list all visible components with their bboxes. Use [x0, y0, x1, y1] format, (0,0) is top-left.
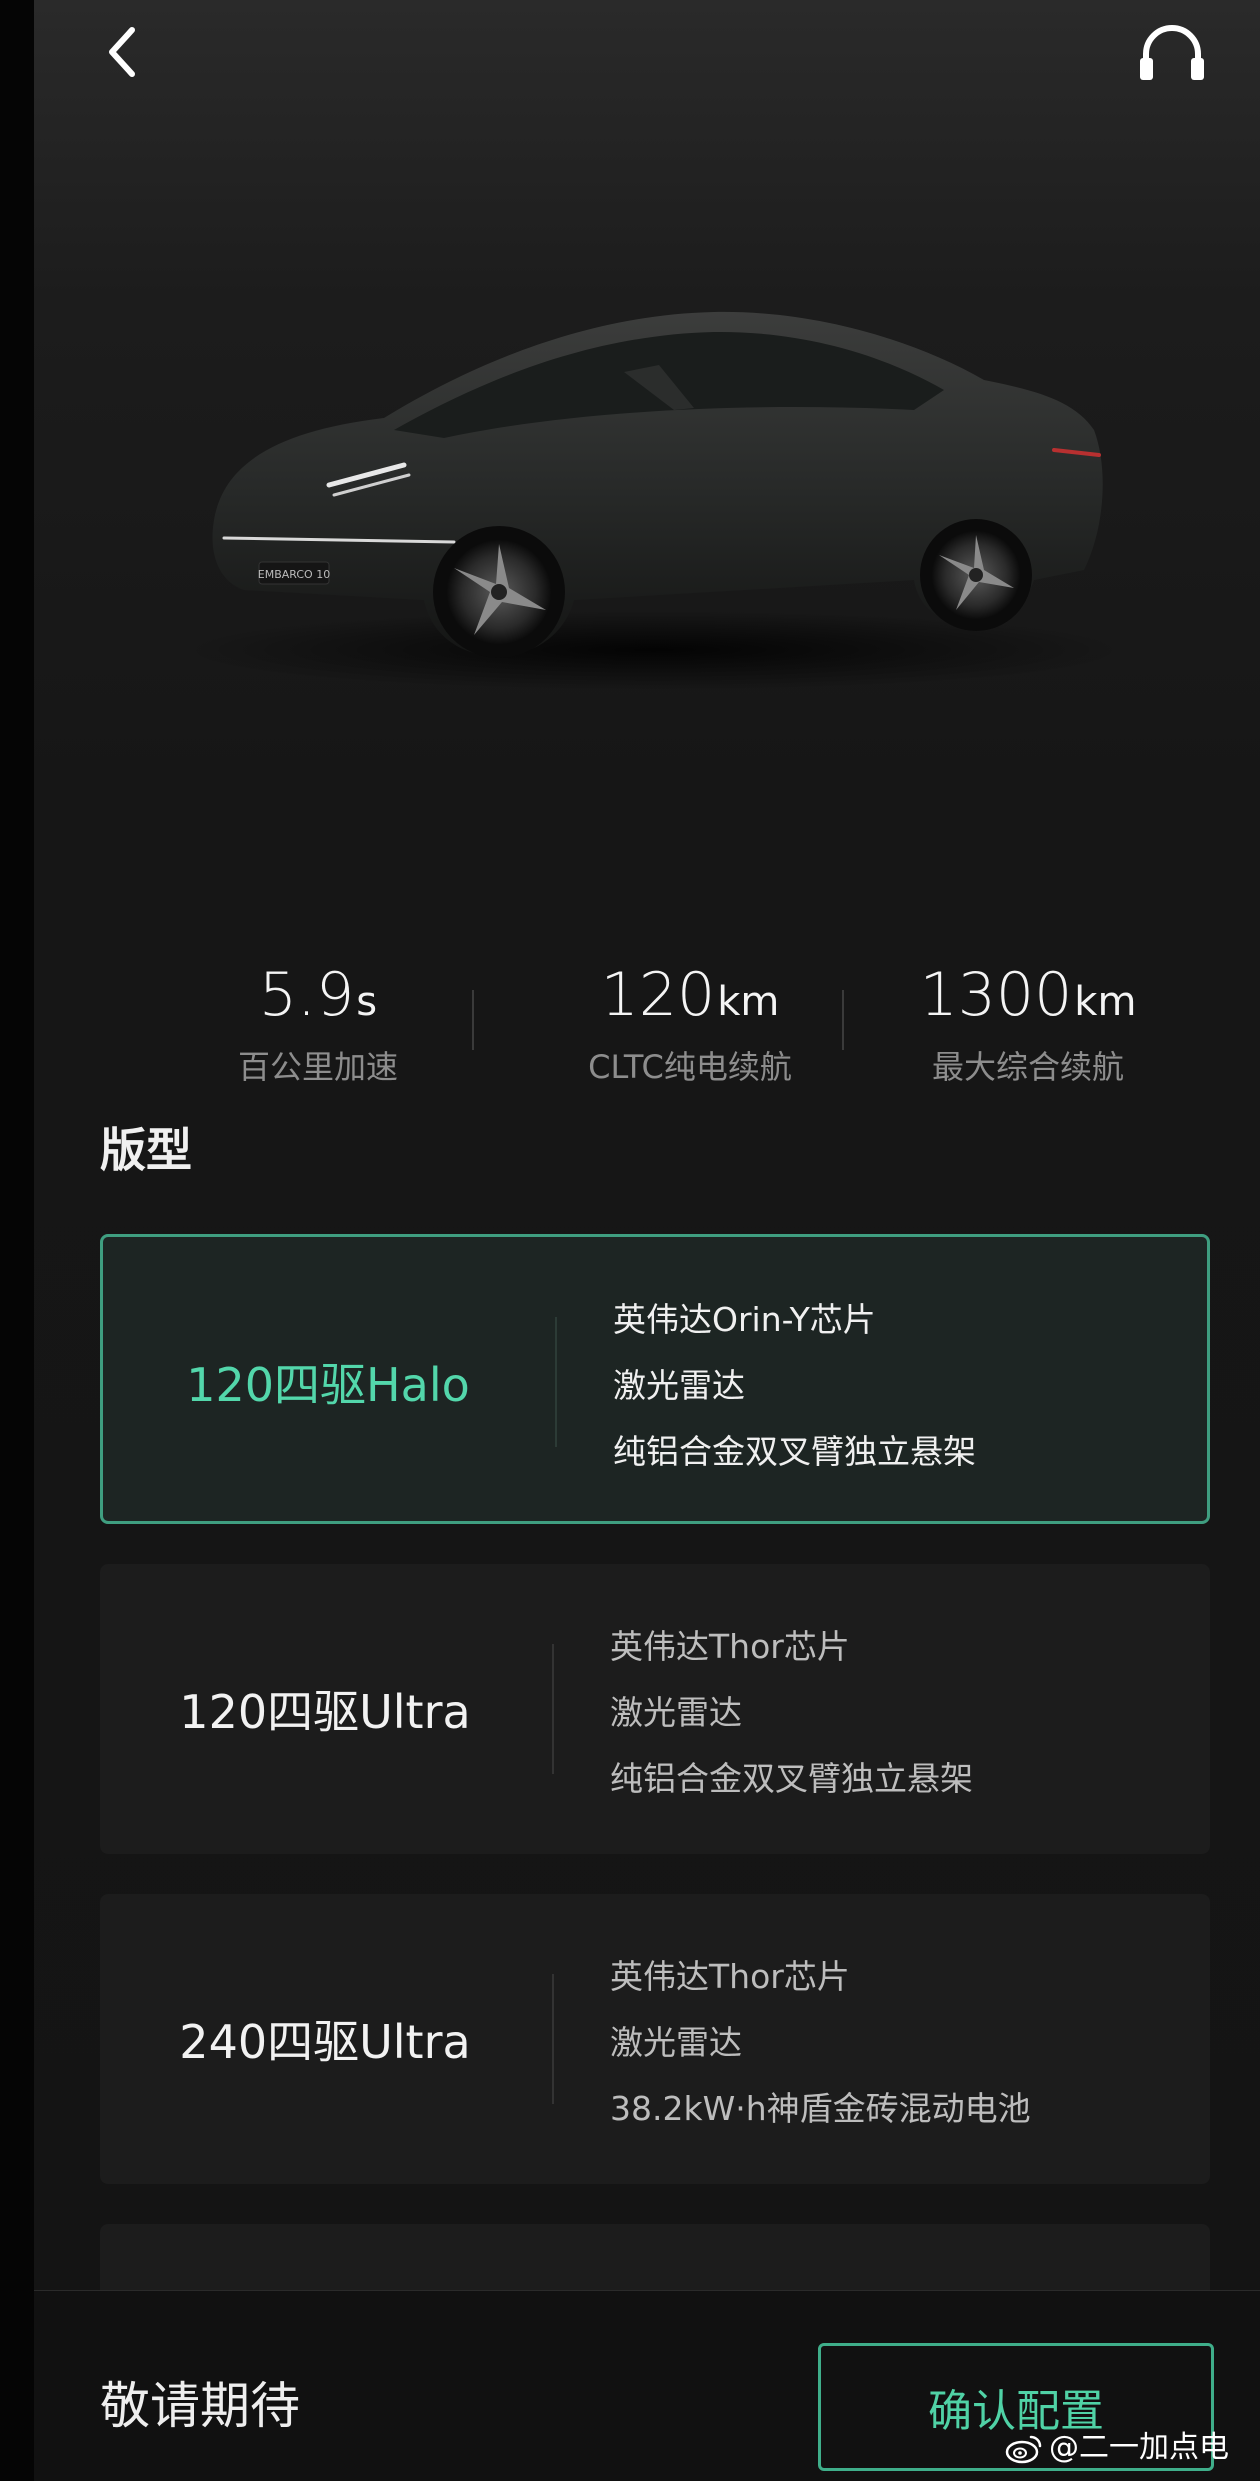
stat-acceleration: 5.9s 百公里加速	[138, 955, 498, 1089]
feature-item: 38.2kW·h神盾金砖混动电池	[610, 2089, 1031, 2128]
trim-features: 英伟达Orin-Y芯片 激光雷达 纯铝合金双叉臂独立悬架	[613, 1287, 976, 1485]
card-divider	[552, 1644, 554, 1774]
stat-label: CLTC纯电续航	[588, 1048, 792, 1086]
stat-total-range: 1300km 最大综合续航	[848, 955, 1208, 1089]
trim-card-halo[interactable]: 120四驱Halo 英伟达Orin-Y芯片 激光雷达 纯铝合金双叉臂独立悬架	[100, 1234, 1210, 1524]
back-chevron-icon	[109, 27, 135, 77]
feature-item: 英伟达Orin-Y芯片	[613, 1300, 876, 1339]
stat-unit: s	[356, 979, 378, 1025]
stat-label: 最大综合续航	[931, 1048, 1124, 1086]
watermark-text: @二一加点电	[1049, 2430, 1229, 2465]
weibo-icon	[1005, 2435, 1042, 2464]
feature-item: 激光雷达	[610, 1693, 742, 1732]
availability-status: 敬请期待	[100, 2377, 300, 2435]
headset-icon	[1140, 25, 1204, 80]
trim-features: 英伟达Thor芯片 激光雷达 38.2kW·h神盾金砖混动电池	[610, 1944, 1031, 2142]
card-divider	[552, 1974, 554, 2104]
left-edge-strip	[0, 0, 34, 2481]
trim-features: 英伟达Thor芯片 激光雷达 纯铝合金双叉臂独立悬架	[610, 1614, 973, 1812]
stat-label: 百公里加速	[237, 1048, 398, 1086]
back-button[interactable]	[94, 18, 154, 88]
feature-item: 英伟达Thor芯片	[610, 1627, 850, 1666]
car-image: EMBARCO 10	[184, 311, 1124, 690]
stat-unit: km	[1074, 979, 1137, 1025]
car-badge-text: EMBARCO 10	[258, 568, 330, 581]
trim-name: 120四驱Halo	[186, 1358, 470, 1412]
stat-value: 120	[600, 960, 716, 1030]
section-title: 版型	[100, 1123, 192, 1177]
stat-unit: km	[717, 979, 780, 1025]
trim-name: 120四驱Ultra	[179, 1685, 471, 1739]
trim-card-240-ultra[interactable]: 240四驱Ultra 英伟达Thor芯片 激光雷达 38.2kW·h神盾金砖混动…	[100, 1894, 1210, 2184]
feature-item: 激光雷达	[613, 1366, 745, 1405]
feature-item: 英伟达Thor芯片	[610, 1957, 850, 1996]
stat-value: 1300	[919, 960, 1073, 1030]
spec-stats: 5.9s 百公里加速 120km CLTC纯电续航 1300km 最大综合续航	[34, 955, 1260, 1105]
feature-item: 激光雷达	[610, 2023, 742, 2062]
front-wheel	[433, 526, 565, 658]
watermark: @二一加点电	[1005, 2428, 1229, 2468]
car-config-screen: EMBARCO 10 5.9s 百公里加速 120km CLTC纯电续航 130…	[34, 0, 1260, 2481]
rear-wheel	[920, 519, 1032, 631]
stat-electric-range: 120km CLTC纯电续航	[510, 955, 870, 1089]
feature-item: 纯铝合金双叉臂独立悬架	[613, 1432, 976, 1471]
stat-value: 5.9	[258, 960, 355, 1030]
card-divider	[555, 1317, 557, 1447]
stat-divider	[842, 990, 844, 1050]
customer-service-button[interactable]	[1132, 18, 1212, 88]
trim-card-120-ultra[interactable]: 120四驱Ultra 英伟达Thor芯片 激光雷达 纯铝合金双叉臂独立悬架	[100, 1564, 1210, 1854]
trim-name: 240四驱Ultra	[179, 2015, 471, 2069]
feature-item: 纯铝合金双叉臂独立悬架	[610, 1759, 973, 1798]
stat-divider	[472, 990, 474, 1050]
